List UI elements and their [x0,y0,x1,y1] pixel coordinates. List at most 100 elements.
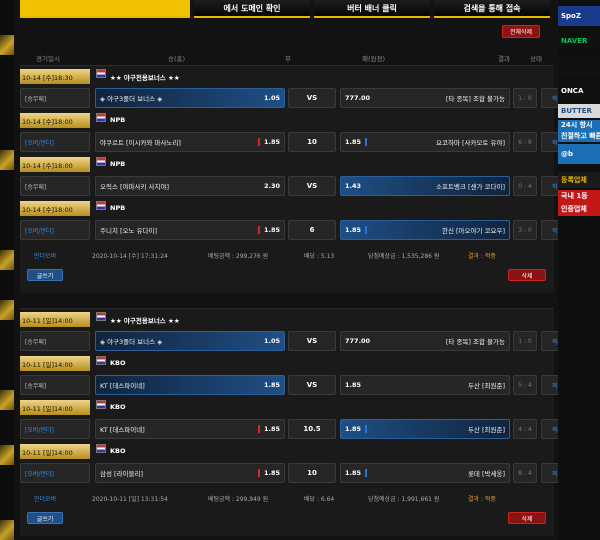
draw-cell[interactable]: VS [288,375,336,395]
league-name: KBO [110,447,126,455]
gold-decor [0,445,14,465]
over-marker-icon [257,425,260,433]
sidebar-ad[interactable] [558,58,600,76]
match-time: 10-14 [수]18:00 [20,201,90,216]
banner-logo[interactable] [20,0,190,18]
away-team-cell[interactable]: 1.85 한신 [아오야기 코요우] [340,220,510,240]
sidebar-ad[interactable]: 국내 1등 [558,190,600,202]
banner-butter[interactable]: 버터 배너 클릭 [314,0,430,18]
summary-expected-win: 당첨예상금 : 1,535,286 원 [368,253,440,260]
bet-type: [오버/언더] [20,220,90,240]
away-odd: 1.85 [345,469,362,477]
table-row: [승무패]KT [데스파이네]1.85VS1.85두산 [최원준]5 : 4적중 [20,375,574,395]
summary-bet-amount: 베팅금액 : 299,276 원 [208,253,269,260]
draw-cell[interactable]: 10 [288,463,336,483]
away-team-name: [타 종목] 조합 불가능 [445,338,505,346]
over-marker-icon [257,469,260,477]
summary-bet-amount: 베팅금액 : 299,949 원 [208,496,269,503]
score-cell: 1 : 0 [513,88,537,108]
match-time: 10-14 [수]18:30 [20,69,90,84]
match-time: 10-11 [일]14:00 [20,400,90,415]
league-flag-icon [96,157,106,166]
col-time: 경기일시 [36,55,60,63]
sidebar-ad[interactable]: NAVER [558,34,600,48]
draw-cell[interactable]: VS [288,331,336,351]
delete-button[interactable]: 삭제 [508,512,546,524]
draw-cell[interactable]: VS [288,88,336,108]
bet-type: [승무패] [20,331,90,351]
bulk-delete-button[interactable]: 전체삭제 [502,25,540,38]
league-row: 10-14 [수]18:30 ★★ 야구전용보너스 ★★ [20,67,554,86]
home-team-cell[interactable]: 야쿠르트 [이시카와 마사노리] 1.85 [95,132,285,152]
under-marker-icon [365,138,368,146]
score-cell: 5 : 4 [513,375,537,395]
league-row: 10-14 [수]18:00 NPB [20,199,554,218]
write-button[interactable]: 글쓰기 [27,269,63,281]
home-team-cell[interactable]: KT [데스파이네] 1.85 [95,419,285,439]
gold-decor [0,300,14,320]
sidebar-ad[interactable]: 등록업체 [558,172,600,188]
under-marker-icon [365,469,368,477]
sidebar-ad[interactable]: 24시 항시 [558,120,600,131]
summary-date: 2020-10-11 [일] 13:31:54 [92,496,168,503]
table-header: 경기일시 승(홈) 무 패(원정) 결과 상태 [20,51,554,63]
score-cell: 4 : 4 [513,419,537,439]
banner-search[interactable]: 검색을 통해 접속 [434,0,550,18]
away-team-name: 롯데 [박세웅] [467,470,505,478]
league-flag-icon [96,312,106,321]
score-cell: 8 : 4 [513,463,537,483]
away-team-cell[interactable]: 1.85 롯데 [박세웅] [340,463,510,483]
away-odd: 1.85 [345,381,362,389]
home-team-cell[interactable]: ◈ 야구3폴더 보너스 ◈ 1.05 [95,331,285,351]
table-row: [승무패] 오릭스 [야마사키 사치야] 2.30 VS 1.43 소프트뱅크 [센가 코… [20,176,574,196]
league-name: NPB [110,116,126,124]
col-result: 결과 [498,55,510,63]
sidebar-ad[interactable]: 친절하고 빠른 [558,131,600,142]
draw-cell[interactable]: 10 [288,132,336,152]
league-name: ★★ 야구전용보너스 ★★ [110,317,180,325]
away-odd: 1.85 [345,425,362,433]
delete-button[interactable]: 삭제 [508,269,546,281]
sidebar-ad[interactable]: SpoZ [558,6,600,26]
home-team-cell[interactable]: ◈ 야구3폴더 보너스 ◈ 1.05 [95,88,285,108]
league-flag-icon [96,444,106,453]
sidebar-ad[interactable]: 인증업체 [558,202,600,216]
bet-type: [오버/언더] [20,132,90,152]
draw-cell[interactable]: VS [288,176,336,196]
write-button[interactable]: 글쓰기 [27,512,63,524]
home-team-name: ◈ 야구3폴더 보너스 ◈ [100,338,163,346]
col-away: 패(원정) [362,55,386,63]
draw-cell[interactable]: 10.5 [288,419,336,439]
score-cell: 3 : 0 [513,220,537,240]
sidebar-ad[interactable]: @b [558,144,600,164]
banner-domain[interactable]: 에서 도메인 확인 [194,0,310,18]
away-team-cell[interactable]: 1.85 요코하마 [사카모토 유야] [340,132,510,152]
away-odd: 1.85 [345,226,362,234]
summary-odds: 배당 : 6.64 [304,496,335,503]
left-decor-strip [0,0,14,540]
gold-decor [0,390,14,410]
away-team-name: 두산 [최원준] [467,382,505,390]
away-team-cell[interactable]: 1.85 두산 [최원준] [340,375,510,395]
home-team-cell[interactable]: 삼성 [라이블리] 1.85 [95,463,285,483]
home-team-cell[interactable]: 주니치 [오노 유다이] 1.85 [95,220,285,240]
draw-cell[interactable]: 6 [288,220,336,240]
home-odd: 1.85 [263,425,280,433]
league-flag-icon [96,201,106,210]
league-flag-icon [96,69,106,78]
home-team-cell[interactable]: KT [데스파이네] 1.85 [95,375,285,395]
sidebar-ad[interactable]: BUTTER [558,104,600,118]
home-team-cell[interactable]: 오릭스 [야마사키 사치야] 2.30 [95,176,285,196]
away-team-cell[interactable]: 777.00 [타 종목] 조합 불가능 [340,88,510,108]
away-odd: 777.00 [345,94,371,102]
summary-result: 결과 : 적중 [468,253,496,260]
home-team-name: 삼성 [라이블리] [100,470,144,478]
away-odd: 1.43 [345,182,362,190]
away-team-cell[interactable]: 1.43 소프트뱅크 [센가 코다이] [340,176,510,196]
home-team-name: 주니치 [오노 유다이] [100,227,158,235]
away-team-cell[interactable]: 1.85 두산 [최원준] [340,419,510,439]
home-team-name: ◈ 야구3폴더 보너스 ◈ [100,95,163,103]
gold-decor [0,150,14,170]
away-team-cell[interactable]: 777.00 [타 종목] 조합 불가능 [340,331,510,351]
sidebar-ad[interactable]: ONCA [558,82,600,100]
